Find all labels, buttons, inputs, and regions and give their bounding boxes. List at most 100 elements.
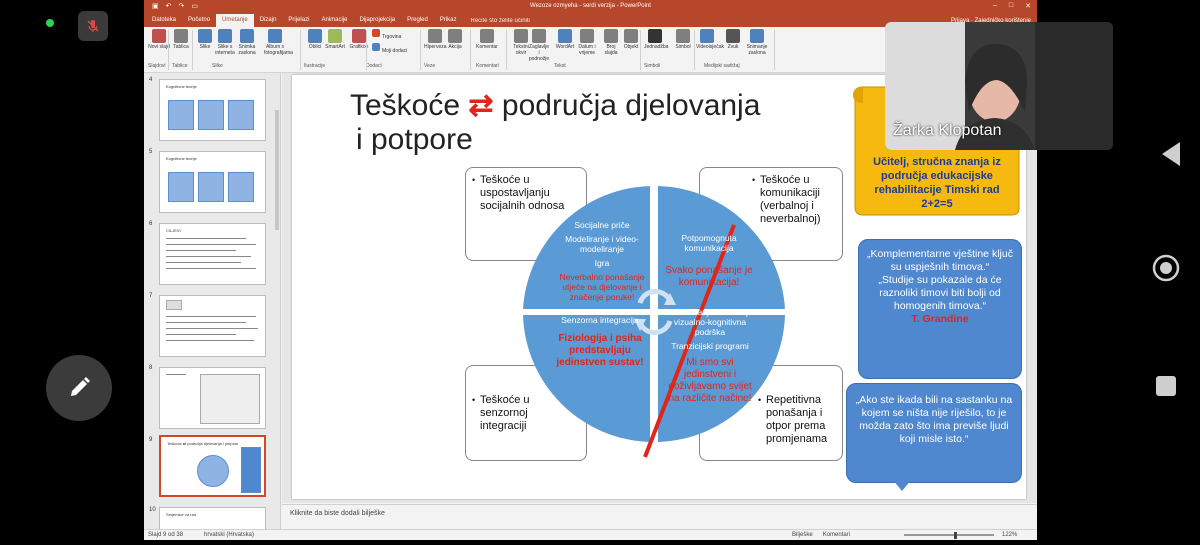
comments-button[interactable]: Komentari <box>823 532 850 538</box>
thumbnails-scrollbar[interactable] <box>274 80 280 520</box>
ribbon-button-22[interactable]: Simbol <box>672 29 694 50</box>
ribbon-button-icon <box>198 29 212 43</box>
ribbon-button-25[interactable]: Snimanje zaslona <box>746 29 768 56</box>
maximize-icon[interactable]: □ <box>1009 2 1013 10</box>
ribbon-button-10[interactable]: Trgovina <box>372 29 412 40</box>
thumb-text-line <box>166 268 256 269</box>
ribbon-button-label: Broj slajda <box>604 44 618 56</box>
ribbon-button-24[interactable]: Zvuk <box>722 29 744 50</box>
annotate-button[interactable] <box>46 355 112 421</box>
quote1-author: T. Grandine <box>911 313 969 325</box>
ribbon-button-16[interactable]: Zaglavlje i podnožje <box>528 29 550 62</box>
scrollbar-thumb[interactable] <box>275 110 279 230</box>
ribbon-button-8[interactable]: SmartArt <box>324 29 346 50</box>
zoom-level[interactable]: 122% <box>1002 532 1017 538</box>
ribbon-button-label: Snimka zaslona <box>238 44 256 56</box>
ribbon-button-3[interactable]: Slike <box>194 29 216 50</box>
ribbon-button-7[interactable]: Oblici <box>304 29 326 50</box>
tab-dijaprojekcija[interactable]: Dijaprojekcija <box>353 14 401 27</box>
slide-thumbnail-9[interactable]: Teškoće ⇄ područja djelovanja i potpore <box>159 435 266 497</box>
minimize-icon[interactable]: – <box>993 2 997 10</box>
ribbon-separator <box>300 30 301 70</box>
screen: ▣ ↶ ↷ ▭ Wezoze ozmyeha - serdi verzija -… <box>0 0 1200 540</box>
ribbon-button-11[interactable]: Moji dodaci <box>372 43 412 54</box>
nav-buttons <box>1152 142 1180 396</box>
mic-off-icon <box>87 20 99 32</box>
ribbon-button-icon <box>174 29 188 43</box>
thumb-text-line <box>166 262 241 263</box>
ribbon-group-label: Slajdovi <box>148 63 166 69</box>
thumb-text-line <box>166 256 251 257</box>
ribbon-button-label: Album s fotografijama <box>264 44 293 56</box>
thumb-title: Smjernice za rad <box>166 512 197 517</box>
android-nav-bar <box>1136 0 1200 540</box>
notes-button[interactable]: Bilješke <box>792 532 813 538</box>
tab-prikaz[interactable]: Prikaz <box>434 14 463 27</box>
quote2-text: „Ako ste ikada bili na sastanku na kojem… <box>855 394 1013 445</box>
back-icon[interactable] <box>1162 142 1180 166</box>
ribbon-button-icon <box>700 29 714 43</box>
tab-animacije[interactable]: Animacije <box>315 14 353 27</box>
ribbon-button-21[interactable]: Jednadžba <box>644 29 668 50</box>
tab-dizajn[interactable]: Dizajn <box>254 14 283 27</box>
q3-red: Fiziologija i psiha predstavljaju jedins… <box>556 333 644 368</box>
ribbon-button-18[interactable]: Datum i vrijeme <box>576 29 598 56</box>
quote-box-meeting[interactable]: „Ako ste ikada bili na sastanku na kojem… <box>846 383 1022 483</box>
ribbon-button-icon <box>308 29 322 43</box>
tab-umetanje[interactable]: Umetanje <box>216 14 254 27</box>
ribbon-separator <box>420 30 421 70</box>
mute-button[interactable] <box>78 11 108 41</box>
ribbon-button-5[interactable]: Snimka zaslona <box>236 29 258 56</box>
slide-thumbnail-6[interactable]: CILJEVI <box>159 223 266 285</box>
ribbon-button-icon <box>750 29 764 43</box>
notes-pane[interactable]: Kliknite da biste dodali bilješke <box>282 504 1037 529</box>
zoom-slider-knob[interactable] <box>954 532 957 539</box>
ribbon-button-12[interactable]: Hiperveza <box>424 29 447 50</box>
ribbon-button-icon <box>328 29 342 43</box>
participant-video-tile[interactable]: Žarka Klopotan <box>885 22 1113 150</box>
ribbon-button-1[interactable]: Novi slajd <box>148 29 170 50</box>
thumb-number: 9 <box>149 437 153 443</box>
slide-thumbnail-8[interactable] <box>159 367 266 429</box>
ribbon-button-icon <box>580 29 594 43</box>
q3-text: Senzorna integracija Fiziologija i psiha… <box>552 315 648 369</box>
close-icon[interactable]: ✕ <box>1025 2 1031 10</box>
ribbon-button-6[interactable]: Album s fotografijama <box>264 29 293 56</box>
tab-pregled[interactable]: Pregled <box>401 14 434 27</box>
ribbon-button-2[interactable]: Tablica <box>170 29 192 50</box>
ribbon-button-icon <box>648 29 662 43</box>
home-icon[interactable] <box>1152 254 1180 282</box>
ribbon-button-icon <box>514 29 528 43</box>
ribbon-button-14[interactable]: Komentar <box>476 29 498 50</box>
tab-pocetno[interactable]: Početno <box>182 14 216 27</box>
tab-prijelazi[interactable]: Prijelazi <box>282 14 315 27</box>
language-indicator[interactable]: hrvatski (Hrvatska) <box>204 532 254 538</box>
ribbon-button-label: SmartArt <box>325 44 345 50</box>
slide-thumbnail-7[interactable] <box>159 295 266 357</box>
ribbon-separator <box>694 30 695 70</box>
thumb-shape <box>168 172 194 202</box>
q2-text: Potpomognuta komunikacija Svako ponašanj… <box>664 233 754 289</box>
thumb-text-line <box>166 238 246 239</box>
ribbon-button-label: Akcija <box>448 44 462 50</box>
ribbon-button-23[interactable]: Videoisječak <box>696 29 724 50</box>
ribbon-button-13[interactable]: Akcija <box>444 29 466 50</box>
ribbon-button-icon <box>352 29 366 43</box>
tab-datoteka[interactable]: Datoteka <box>146 14 182 27</box>
status-buttons: Bilješke Komentari <box>792 532 850 538</box>
slide-thumbnail-5[interactable]: Kognitivne teorije <box>159 151 266 213</box>
slide-thumbnail-4[interactable]: Kognitivne teorije <box>159 79 266 141</box>
tell-me-box[interactable]: Recite što želite učiniti <box>471 18 530 24</box>
ribbon-button-label: Slike <box>199 44 211 50</box>
zoom-slider[interactable] <box>904 534 994 536</box>
thumb-number: 10 <box>149 507 156 513</box>
quote-box-teams[interactable]: „Komplementarne vještine ključ su uspješ… <box>858 239 1022 379</box>
recents-icon[interactable] <box>1156 376 1176 396</box>
ribbon-button-4[interactable]: Slike s interneta <box>214 29 236 56</box>
ribbon-button-label: Moji dodaci <box>382 48 408 54</box>
ribbon-button-17[interactable]: WordArt <box>554 29 576 50</box>
ribbon-button-20[interactable]: Objekt <box>620 29 642 50</box>
q1-line3: Igra <box>594 258 610 268</box>
slide-thumbnail-10[interactable]: Smjernice za rad <box>159 507 266 529</box>
ribbon-button-19[interactable]: Broj slajda <box>600 29 622 56</box>
